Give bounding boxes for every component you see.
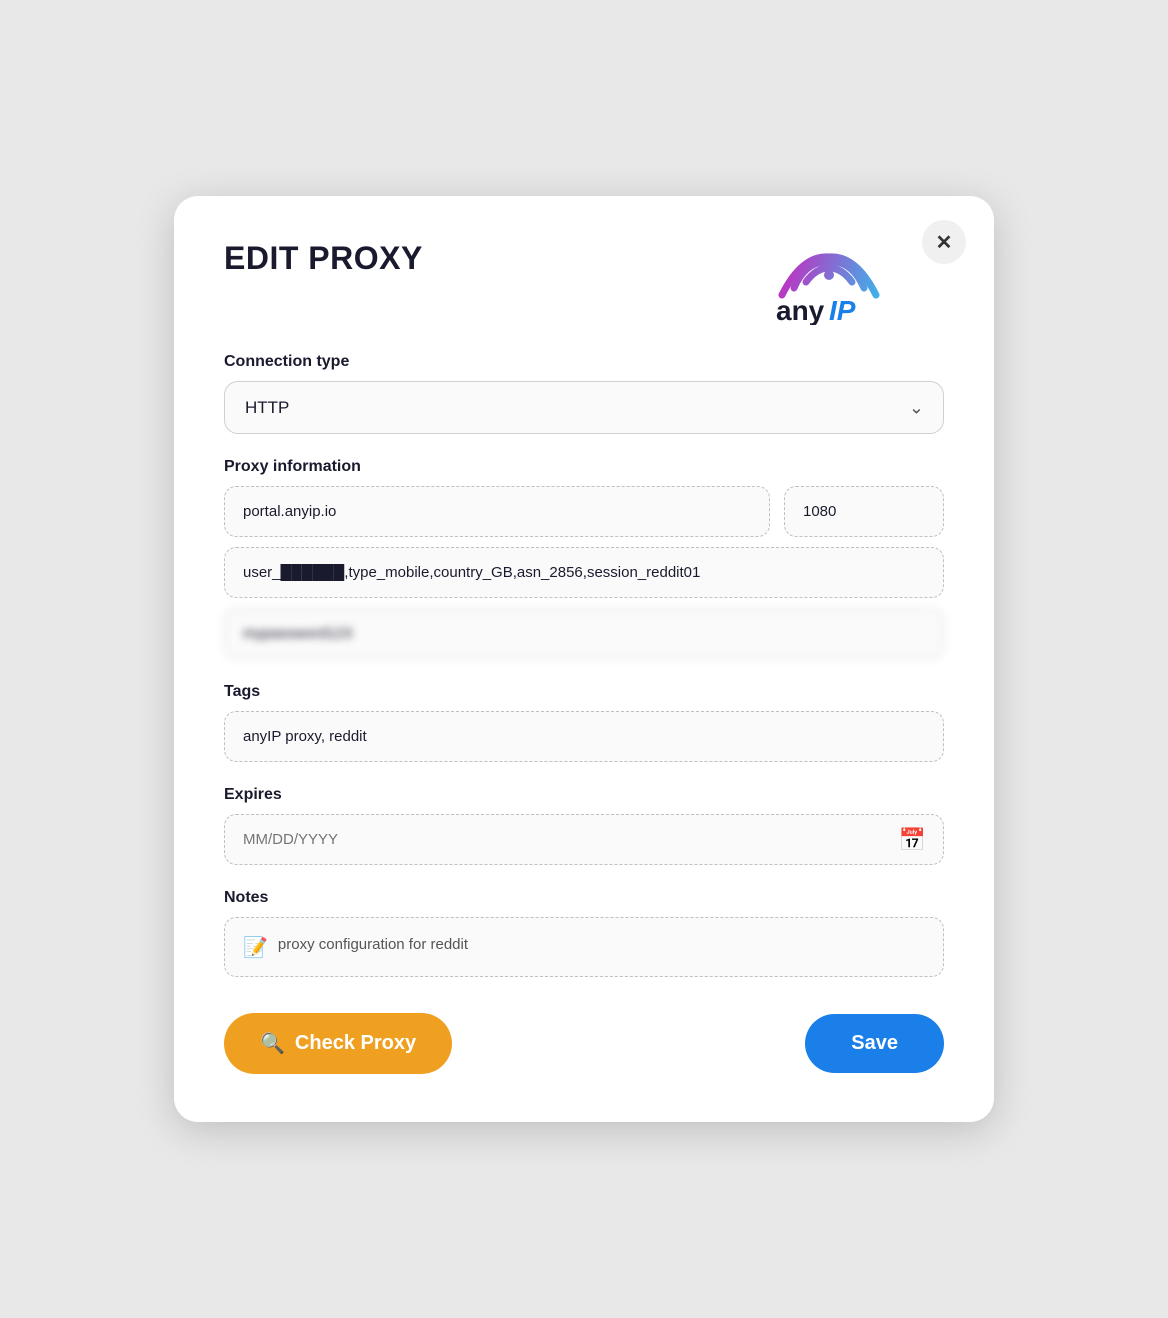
notes-wrapper[interactable]: 📝 proxy configuration for reddit xyxy=(224,917,944,977)
check-proxy-label: Check Proxy xyxy=(295,1032,416,1055)
svg-text:any: any xyxy=(776,295,825,325)
header-row: EDIT PROXY any IP xyxy=(224,240,944,325)
search-magnify-icon: 🔍 xyxy=(260,1031,285,1056)
password-input[interactable] xyxy=(224,608,944,659)
svg-text:IP: IP xyxy=(829,295,856,325)
host-wrapper xyxy=(224,486,770,537)
notes-text: proxy configuration for reddit xyxy=(278,934,468,957)
footer-row: 🔍 Check Proxy Save xyxy=(224,1013,944,1074)
password-row xyxy=(224,608,944,659)
save-button[interactable]: Save xyxy=(805,1014,944,1073)
connection-type-select[interactable]: HTTP HTTPS SOCKS4 SOCKS5 xyxy=(224,381,944,434)
anyip-logo: any IP xyxy=(764,240,894,325)
notes-label: Notes xyxy=(224,889,944,907)
username-input[interactable] xyxy=(224,547,944,598)
notes-icon: 📝 xyxy=(243,935,268,960)
edit-proxy-modal: ✕ EDIT PROXY any IP xyxy=(174,196,994,1122)
expires-label: Expires xyxy=(224,786,944,804)
connection-type-wrapper: HTTP HTTPS SOCKS4 SOCKS5 ⌄ xyxy=(224,381,944,434)
host-input[interactable] xyxy=(224,486,770,537)
host-port-row xyxy=(224,486,944,537)
logo-area: any IP xyxy=(764,240,894,325)
expires-input[interactable] xyxy=(224,814,944,865)
expires-wrapper: 📅 xyxy=(224,814,944,865)
check-proxy-button[interactable]: 🔍 Check Proxy xyxy=(224,1013,452,1074)
modal-title: EDIT PROXY xyxy=(224,240,423,277)
tags-label: Tags xyxy=(224,683,944,701)
close-button[interactable]: ✕ xyxy=(922,220,966,264)
port-wrapper xyxy=(784,486,944,537)
tags-input[interactable] xyxy=(224,711,944,762)
proxy-info-label: Proxy information xyxy=(224,458,944,476)
connection-type-label: Connection type xyxy=(224,353,944,371)
port-input[interactable] xyxy=(784,486,944,537)
